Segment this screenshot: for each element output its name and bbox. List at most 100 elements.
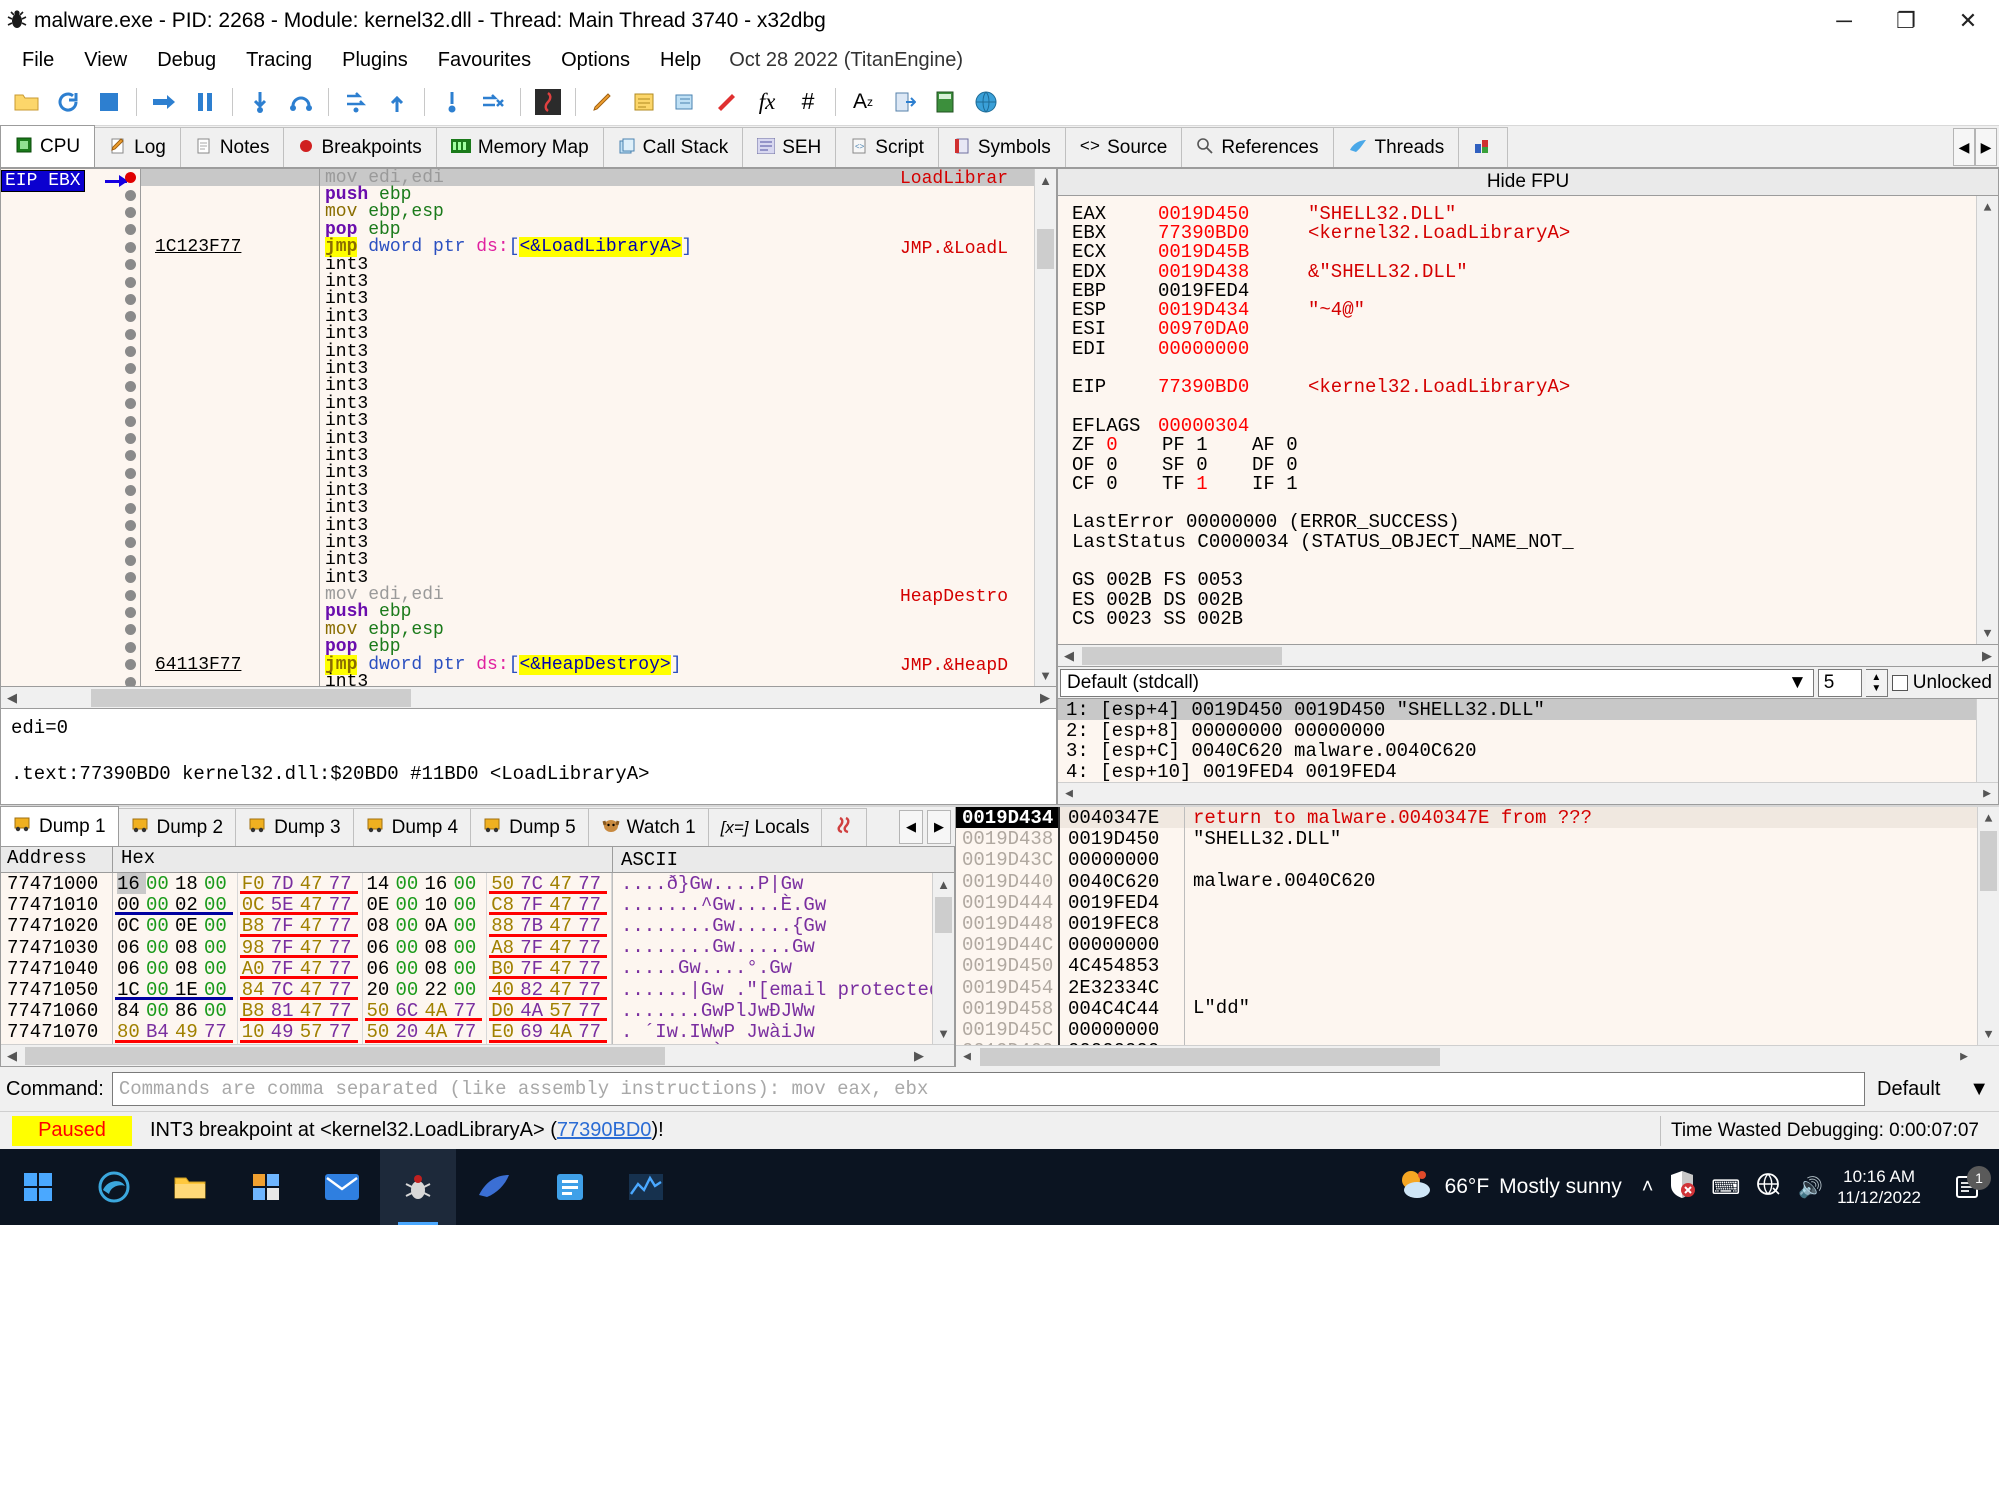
- flag-if[interactable]: IF 1: [1252, 473, 1342, 495]
- segment-register-row[interactable]: GS 002B FS 0053: [1072, 571, 1998, 590]
- hex-byte[interactable]: 00: [396, 894, 425, 915]
- hex-byte[interactable]: 57: [300, 1021, 329, 1042]
- hex-byte[interactable]: 84: [242, 979, 271, 1000]
- hex-byte[interactable]: 50: [367, 1021, 396, 1042]
- flag-cf[interactable]: CF 0: [1072, 473, 1162, 495]
- hex-byte[interactable]: 77: [578, 915, 607, 936]
- scroll-thumb[interactable]: [935, 897, 952, 933]
- hex-byte[interactable]: 7F: [520, 937, 549, 958]
- dump-hex-group[interactable]: 506C4A77: [363, 1000, 488, 1021]
- stack-value[interactable]: 00000000: [1060, 934, 1185, 955]
- hex-byte[interactable]: 47: [549, 915, 578, 936]
- dump-hex[interactable]: 1C001E00847C47772000220040824777: [113, 979, 613, 1000]
- breakpoint-dot-icon[interactable]: [119, 673, 141, 687]
- stack-value[interactable]: 00000000: [1060, 849, 1185, 870]
- hex-byte[interactable]: 0E: [367, 894, 396, 915]
- menu-help[interactable]: Help: [646, 45, 715, 76]
- hex-byte[interactable]: 40: [491, 979, 520, 1000]
- dump-hex-group[interactable]: 0C000E00: [113, 915, 238, 936]
- hex-byte[interactable]: D0: [491, 1000, 520, 1021]
- disassembly-row[interactable]: pop ebp: [141, 221, 1034, 238]
- stack-row[interactable]: 0019D458004C4C44L"dd": [956, 998, 1999, 1019]
- menu-favourites[interactable]: Favourites: [424, 45, 545, 76]
- pause-icon[interactable]: [186, 83, 224, 121]
- breakpoint-dot-icon[interactable]: [119, 517, 141, 534]
- trace-into-icon[interactable]: [337, 83, 375, 121]
- hex-byte[interactable]: 08: [425, 937, 454, 958]
- stack-row[interactable]: 0019D44C00000000: [956, 934, 1999, 955]
- hex-byte[interactable]: 77: [329, 915, 358, 936]
- hex-byte[interactable]: 00: [146, 915, 175, 936]
- hex-byte[interactable]: 82: [520, 979, 549, 1000]
- taskbar-store-icon[interactable]: [228, 1149, 304, 1225]
- breakpoint-dot-icon[interactable]: [119, 204, 141, 221]
- breakpoint-dot-icon[interactable]: [119, 256, 141, 273]
- hex-byte[interactable]: 7C: [271, 979, 300, 1000]
- disassembly-panel[interactable]: EIP EBX mov edi,ediLoadLibrarpush ebpmov…: [0, 168, 1057, 687]
- dump-hex[interactable]: 84008600B8814777506C4A77D04A5777: [113, 1000, 613, 1021]
- watch-tab-1[interactable]: Watch 1: [588, 808, 709, 846]
- register-row[interactable]: EIP77390BD0<kernel32.LoadLibraryA>: [1072, 378, 1998, 397]
- stack-row[interactable]: 0019D4340040347Ereturn to malware.004034…: [956, 807, 1999, 828]
- breakpoint-dot-icon[interactable]: [119, 360, 141, 377]
- taskbar-edge-icon[interactable]: [76, 1149, 152, 1225]
- scroll-up-button[interactable]: ▲: [933, 873, 954, 895]
- dump-vscrollbar[interactable]: ▲ ▼: [932, 873, 954, 1044]
- dump-hex-group[interactable]: A87F4777: [487, 937, 612, 958]
- hex-byte[interactable]: 77: [329, 979, 358, 1000]
- dump-hex-group[interactable]: 847C4777: [238, 979, 363, 1000]
- stack-value[interactable]: 00000000: [1060, 1019, 1185, 1040]
- hex-byte[interactable]: 7B: [520, 915, 549, 936]
- dump-hex-group[interactable]: F07D4777: [238, 873, 363, 894]
- hex-byte[interactable]: 00: [396, 979, 425, 1000]
- hex-byte[interactable]: 77: [329, 937, 358, 958]
- tab-handles[interactable]: [1458, 127, 1508, 167]
- hex-byte[interactable]: 77: [578, 1021, 607, 1042]
- hash-icon[interactable]: #: [789, 83, 827, 121]
- register-row[interactable]: EFLAGS00000304: [1072, 416, 1998, 435]
- register-value[interactable]: 77390BD0: [1158, 376, 1308, 398]
- scroll-up-button[interactable]: ▲: [1978, 807, 1999, 829]
- scroll-down-button[interactable]: ▼: [1978, 1023, 1999, 1045]
- hex-byte[interactable]: 84: [117, 1000, 146, 1021]
- dump-ascii[interactable]: ........Gw.....Gw: [613, 936, 815, 958]
- scroll-down-button[interactable]: ▼: [1977, 622, 1998, 644]
- stack-address[interactable]: 0019D448: [956, 913, 1060, 934]
- hex-byte[interactable]: 47: [300, 915, 329, 936]
- taskbar-process-hacker-icon[interactable]: [532, 1149, 608, 1225]
- tab-seh[interactable]: SEH: [742, 127, 836, 167]
- tab-scroll-left-button[interactable]: ◀: [1953, 128, 1975, 166]
- hex-byte[interactable]: B8: [242, 1000, 271, 1021]
- registers-vscrollbar[interactable]: ▲ ▼: [1976, 196, 1998, 644]
- hex-byte[interactable]: 00: [117, 894, 146, 915]
- menu-plugins[interactable]: Plugins: [328, 45, 422, 76]
- taskbar-wireshark-icon[interactable]: [456, 1149, 532, 1225]
- disassembly-row[interactable]: int3: [141, 447, 1034, 464]
- hex-byte[interactable]: 0C: [117, 915, 146, 936]
- breakpoint-dot-icon[interactable]: [119, 221, 141, 238]
- hex-byte[interactable]: 1C: [117, 979, 146, 1000]
- dump-scroll-right-button[interactable]: ▶: [927, 810, 951, 844]
- tab-notes[interactable]: Notes: [180, 127, 285, 167]
- hex-byte[interactable]: 00: [454, 937, 483, 958]
- breakpoint-dot-icon[interactable]: [119, 273, 141, 290]
- stack-address[interactable]: 0019D454: [956, 977, 1060, 998]
- hscroll-right-button[interactable]: ▶: [908, 1048, 930, 1064]
- menu-options[interactable]: Options: [547, 45, 644, 76]
- dump-hex-group[interactable]: 887B4777: [487, 915, 612, 936]
- hex-byte[interactable]: 77: [578, 894, 607, 915]
- register-row[interactable]: ESI00970DA0: [1072, 320, 1998, 339]
- hex-byte[interactable]: 0E: [175, 915, 204, 936]
- hscroll-thumb[interactable]: [1082, 647, 1282, 665]
- tab-cpu[interactable]: CPU: [0, 125, 95, 167]
- breakpoint-dot-icon[interactable]: [119, 395, 141, 412]
- dump-col-hex[interactable]: Hex: [113, 847, 613, 873]
- hex-byte[interactable]: 7C: [520, 873, 549, 894]
- step-out-icon[interactable]: [378, 83, 416, 121]
- taskbar-file-explorer-icon[interactable]: [152, 1149, 228, 1225]
- scroll-thumb[interactable]: [1980, 831, 1997, 891]
- segment-register-row[interactable]: CS 0023 SS 002B: [1072, 609, 1998, 628]
- tray-tablet-mode-icon[interactable]: ⌨: [1711, 1175, 1740, 1200]
- dump-row[interactable]: 7747104006000800A07F477706000800B07F4777…: [1, 958, 954, 979]
- stack-address[interactable]: 0019D438: [956, 828, 1060, 849]
